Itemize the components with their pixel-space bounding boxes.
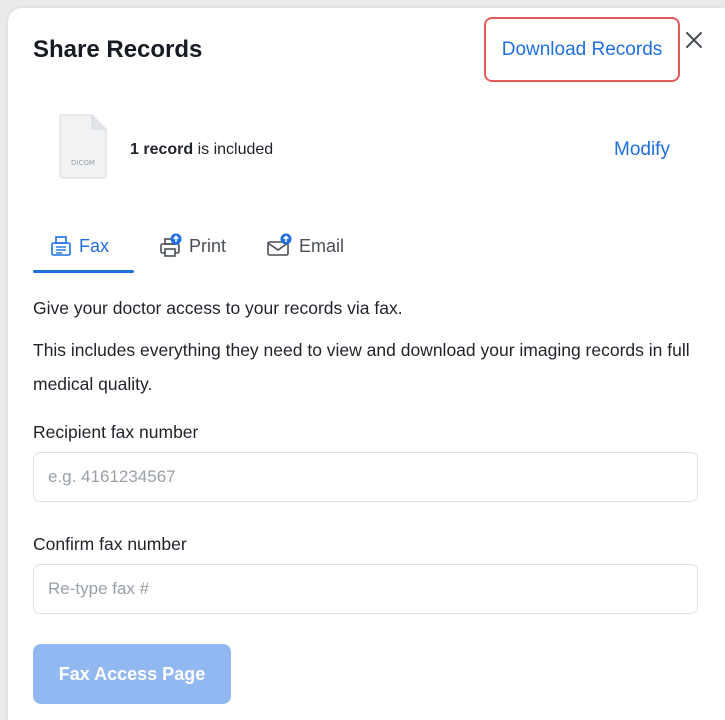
recipient-fax-label: Recipient fax number [33,422,199,442]
tab-fax[interactable]: Fax [49,220,109,272]
record-count-suffix: is included [193,141,274,158]
dialog-title: Share Records [33,36,203,63]
tab-email-label: Email [299,235,345,256]
tab-print-label: Print [189,235,227,256]
confirm-fax-label: Confirm fax number [33,534,187,554]
close-icon [686,32,702,48]
fax-icon [49,234,73,258]
record-count-text: 1 record is included [130,141,273,159]
fax-description: Give your doctor access to your records … [33,298,403,318]
tab-fax-label: Fax [79,235,110,256]
confirm-fax-input[interactable] [33,564,698,614]
close-button[interactable] [680,26,708,54]
modify-records-link[interactable]: Modify [614,139,670,161]
tab-email[interactable]: Email [265,220,344,272]
download-records-link[interactable]: Download Records [484,17,680,82]
fax-details: This includes everything they need to vi… [33,340,690,394]
record-count: 1 record [130,141,194,158]
fax-access-page-button[interactable]: Fax Access Page [33,644,231,704]
dicom-file-icon: DICOM [59,114,107,179]
tab-print[interactable]: Print [157,220,226,272]
email-icon [265,233,293,259]
printer-icon [157,233,183,259]
recipient-fax-input[interactable] [33,452,698,502]
dicom-thumb-label: DICOM [71,159,95,167]
share-method-tabs: Fax Print Email [33,220,693,273]
share-records-dialog: Share Records Download Records DICOM 1 r… [8,8,725,720]
active-tab-indicator [33,270,134,273]
